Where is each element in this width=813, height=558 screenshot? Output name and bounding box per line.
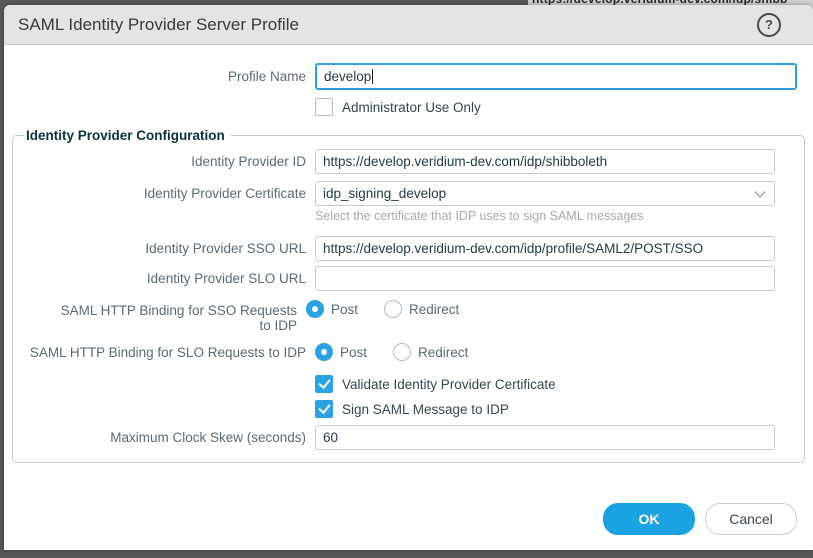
idp-id-label: Identity Provider ID	[13, 154, 315, 169]
slo-url-row: Identity Provider SLO URL	[13, 266, 790, 291]
idp-certificate-row: Identity Provider Certificate idp_signin…	[13, 181, 790, 206]
clock-skew-row: Maximum Clock Skew (seconds)	[13, 425, 790, 450]
sign-saml-checkbox[interactable]	[315, 400, 333, 418]
idp-certificate-label: Identity Provider Certificate	[13, 186, 315, 201]
idp-configuration-section: Identity Provider Configuration Identity…	[12, 128, 805, 463]
slo-binding-post-label: Post	[340, 345, 367, 360]
ok-button[interactable]: OK	[603, 503, 695, 535]
profile-name-value: develop	[324, 69, 371, 84]
sso-binding-redirect-radio[interactable]	[384, 300, 402, 318]
slo-binding-redirect-radio[interactable]	[393, 343, 411, 361]
dialog-footer: OK Cancel	[4, 503, 813, 535]
validate-cert-checkbox[interactable]	[315, 375, 333, 393]
slo-binding-row: SAML HTTP Binding for SLO Requests to ID…	[13, 343, 790, 361]
sso-binding-post-radio[interactable]	[306, 300, 324, 318]
admin-use-only-label: Administrator Use Only	[342, 100, 481, 115]
slo-url-label: Identity Provider SLO URL	[13, 271, 315, 286]
sso-url-row: Identity Provider SSO URL	[13, 236, 790, 261]
idp-configuration-legend: Identity Provider Configuration	[24, 128, 231, 143]
clock-skew-label: Maximum Clock Skew (seconds)	[13, 430, 315, 445]
clock-skew-input[interactable]	[315, 425, 775, 450]
slo-binding-label: SAML HTTP Binding for SLO Requests to ID…	[13, 345, 315, 360]
idp-certificate-hint-row: Select the certificate that IDP uses to …	[13, 206, 790, 223]
profile-name-input[interactable]: develop	[315, 63, 797, 90]
help-icon[interactable]: ?	[757, 13, 781, 37]
admin-use-only-checkbox[interactable]	[315, 98, 333, 116]
idp-certificate-hint: Select the certificate that IDP uses to …	[315, 206, 644, 223]
profile-name-row: Profile Name develop	[4, 63, 813, 90]
idp-id-row: Identity Provider ID	[13, 149, 790, 174]
validate-cert-row: Validate Identity Provider Certificate	[13, 375, 790, 393]
slo-url-input[interactable]	[315, 266, 775, 291]
sso-binding-row: SAML HTTP Binding for SSO Requests to ID…	[13, 300, 790, 333]
idp-id-input[interactable]	[315, 149, 775, 174]
sso-url-label: Identity Provider SSO URL	[13, 241, 315, 256]
validate-cert-label: Validate Identity Provider Certificate	[342, 377, 556, 392]
slo-binding-post-radio[interactable]	[315, 343, 333, 361]
profile-name-label: Profile Name	[4, 69, 315, 84]
chevron-down-icon	[753, 187, 767, 201]
dialog-title: SAML Identity Provider Server Profile	[18, 15, 757, 35]
sso-binding-label: SAML HTTP Binding for SSO Requests to ID…	[13, 300, 306, 333]
sign-saml-row: Sign SAML Message to IDP	[13, 400, 790, 418]
sso-url-input[interactable]	[315, 236, 775, 261]
dialog-titlebar: SAML Identity Provider Server Profile ?	[4, 5, 813, 45]
sso-binding-post-label: Post	[331, 302, 358, 317]
idp-certificate-value: idp_signing_develop	[323, 186, 753, 201]
admin-use-only-row: Administrator Use Only	[4, 98, 813, 116]
idp-certificate-select[interactable]: idp_signing_develop	[315, 181, 775, 206]
dialog-body: Profile Name develop Administrator Use O…	[4, 45, 813, 550]
cancel-button[interactable]: Cancel	[705, 503, 797, 535]
sign-saml-label: Sign SAML Message to IDP	[342, 402, 509, 417]
sso-binding-redirect-label: Redirect	[409, 302, 459, 317]
saml-idp-server-profile-dialog: SAML Identity Provider Server Profile ? …	[4, 5, 813, 550]
slo-binding-redirect-label: Redirect	[418, 345, 468, 360]
text-caret	[372, 69, 373, 84]
